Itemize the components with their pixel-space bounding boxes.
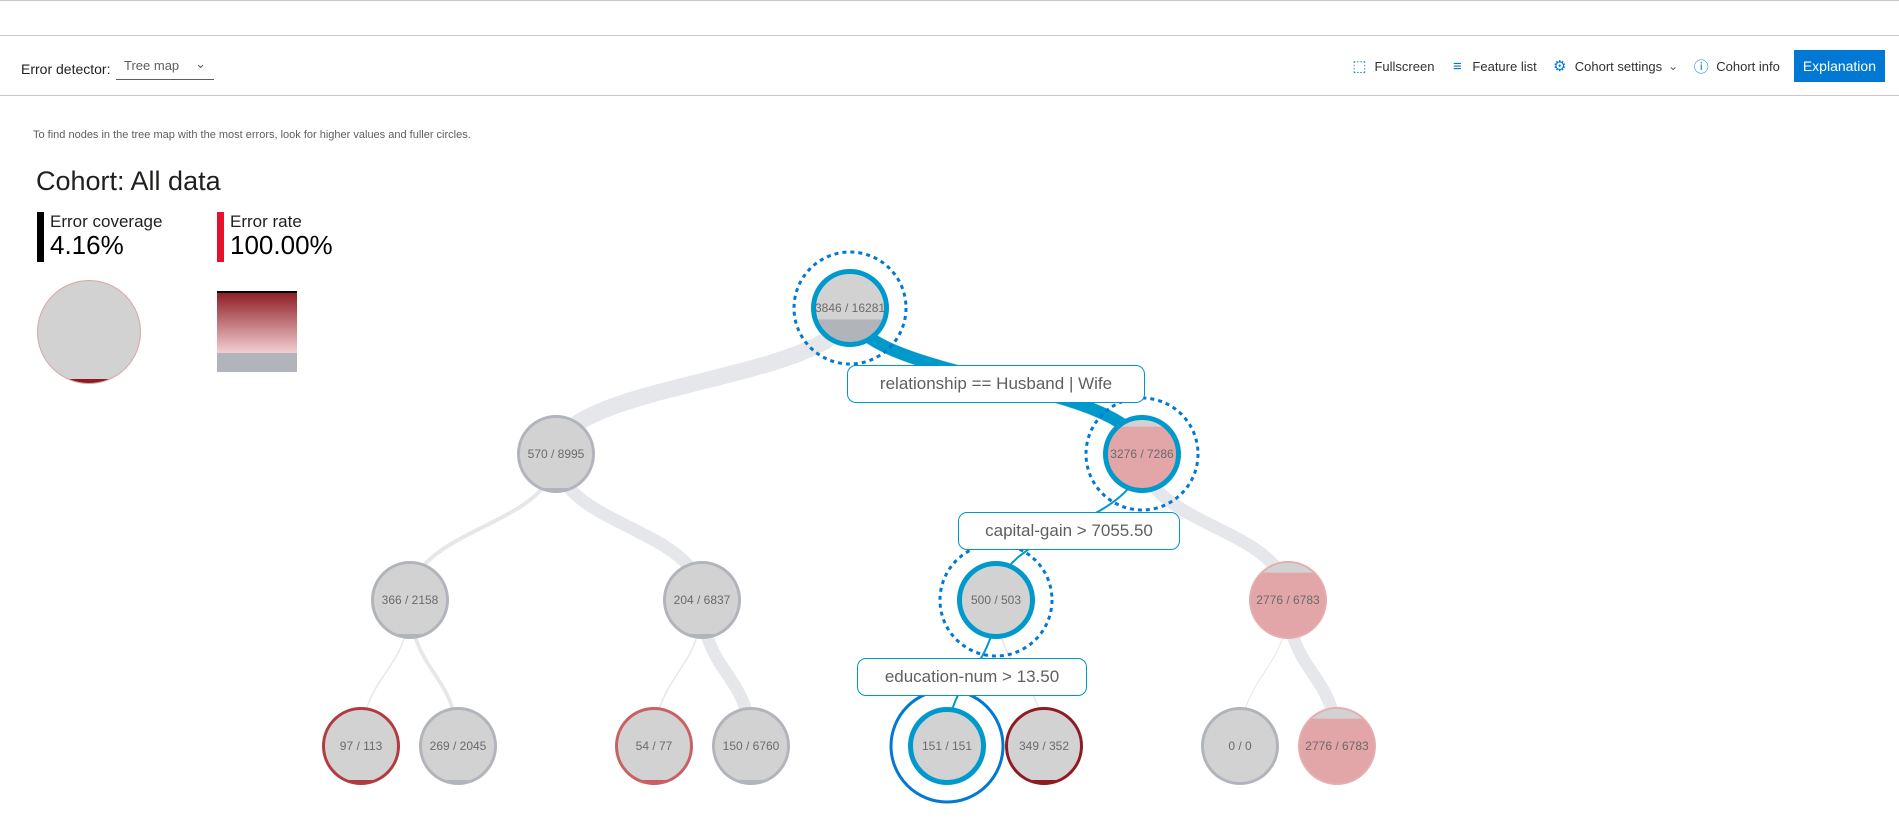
split-condition-label: relationship == Husband | Wife xyxy=(847,365,1145,403)
node-label: 366 / 2158 xyxy=(382,593,439,607)
tree-node[interactable]: 2776 / 6783 xyxy=(1249,561,1327,639)
tree-node[interactable]: 54 / 77 xyxy=(615,707,693,785)
tree-node[interactable]: 3846 / 16281 xyxy=(792,250,908,366)
tree-node[interactable]: 2776 / 6783 xyxy=(1298,707,1376,785)
node-label: 570 / 8995 xyxy=(528,447,585,461)
node-label: 0 / 0 xyxy=(1228,739,1252,753)
node-label: 2776 / 6783 xyxy=(1256,593,1320,607)
node-top-cap xyxy=(1250,562,1326,573)
tree-node[interactable]: 366 / 2158 xyxy=(371,561,449,639)
node-label: 2776 / 6783 xyxy=(1305,739,1369,753)
tree-node[interactable]: 3276 / 7286 xyxy=(1084,396,1200,512)
tree-node[interactable]: 150 / 6760 xyxy=(712,707,790,785)
node-label: 150 / 6760 xyxy=(723,739,780,753)
tree-node[interactable]: 151 / 151 xyxy=(889,688,1005,804)
tree-node[interactable]: 204 / 6837 xyxy=(663,561,741,639)
node-label: 3276 / 7286 xyxy=(1110,447,1174,461)
tree-node[interactable]: 0 / 0 xyxy=(1201,707,1279,785)
tree-node[interactable]: 97 / 113 xyxy=(322,707,400,785)
tree-node[interactable]: 570 / 8995 xyxy=(517,415,595,493)
node-label: 349 / 352 xyxy=(1019,739,1069,753)
node-label: 151 / 151 xyxy=(922,739,972,753)
node-label: 3846 / 16281 xyxy=(815,301,885,315)
tree-node[interactable]: 500 / 503 xyxy=(938,542,1054,658)
tree-node[interactable]: 349 / 352 xyxy=(1005,707,1083,785)
node-top-cap xyxy=(1299,708,1375,719)
node-label: 269 / 2045 xyxy=(430,739,487,753)
node-label: 204 / 6837 xyxy=(674,593,731,607)
node-label: 500 / 503 xyxy=(971,593,1021,607)
split-condition-label: capital-gain > 7055.50 xyxy=(958,512,1180,550)
tree-node[interactable]: 269 / 2045 xyxy=(419,707,497,785)
tree-map: 3846 / 16281 570 / 8995 3276 / 7286 366 / 2… xyxy=(322,250,1376,804)
split-condition-label: education-num > 13.50 xyxy=(857,658,1087,696)
node-label: 54 / 77 xyxy=(636,739,673,753)
tree-link xyxy=(547,306,859,456)
node-label: 97 / 113 xyxy=(340,739,383,753)
